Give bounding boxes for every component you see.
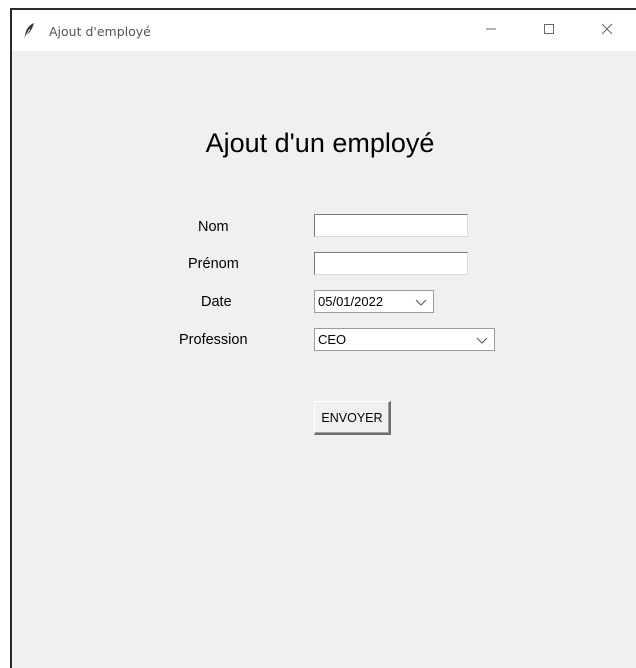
- page-title: Ajout d'un employé: [205, 128, 435, 158]
- date-label: Date: [201, 294, 232, 310]
- profession-value: CEO: [318, 332, 347, 347]
- profession-dropdown[interactable]: CEO: [314, 328, 495, 351]
- profession-label: Profession: [179, 332, 248, 348]
- prenom-input[interactable]: [314, 252, 468, 275]
- minimize-button[interactable]: [468, 10, 514, 51]
- app-window: Ajout d'employé Ajout d'un employé Nom P…: [10, 8, 636, 668]
- prenom-label: Prénom: [188, 256, 239, 272]
- window-title: Ajout d'employé: [49, 24, 151, 39]
- nom-label: Nom: [198, 219, 229, 235]
- date-dropdown[interactable]: 05/01/2022: [314, 290, 434, 313]
- maximize-icon: [543, 22, 555, 40]
- close-icon: [601, 22, 613, 40]
- envoyer-button[interactable]: ENVOYER: [314, 401, 391, 435]
- minimize-icon: [485, 22, 497, 40]
- close-button[interactable]: [584, 10, 630, 51]
- chevron-down-icon[interactable]: [415, 296, 427, 308]
- chevron-down-icon[interactable]: [476, 334, 488, 346]
- form-area: Ajout d'un employé Nom Prénom Date 05/01…: [12, 51, 636, 668]
- title-bar: Ajout d'employé: [12, 10, 636, 51]
- date-value: 05/01/2022: [318, 294, 384, 309]
- maximize-button[interactable]: [526, 10, 572, 51]
- nom-input[interactable]: [314, 214, 468, 237]
- feather-icon: [21, 22, 37, 40]
